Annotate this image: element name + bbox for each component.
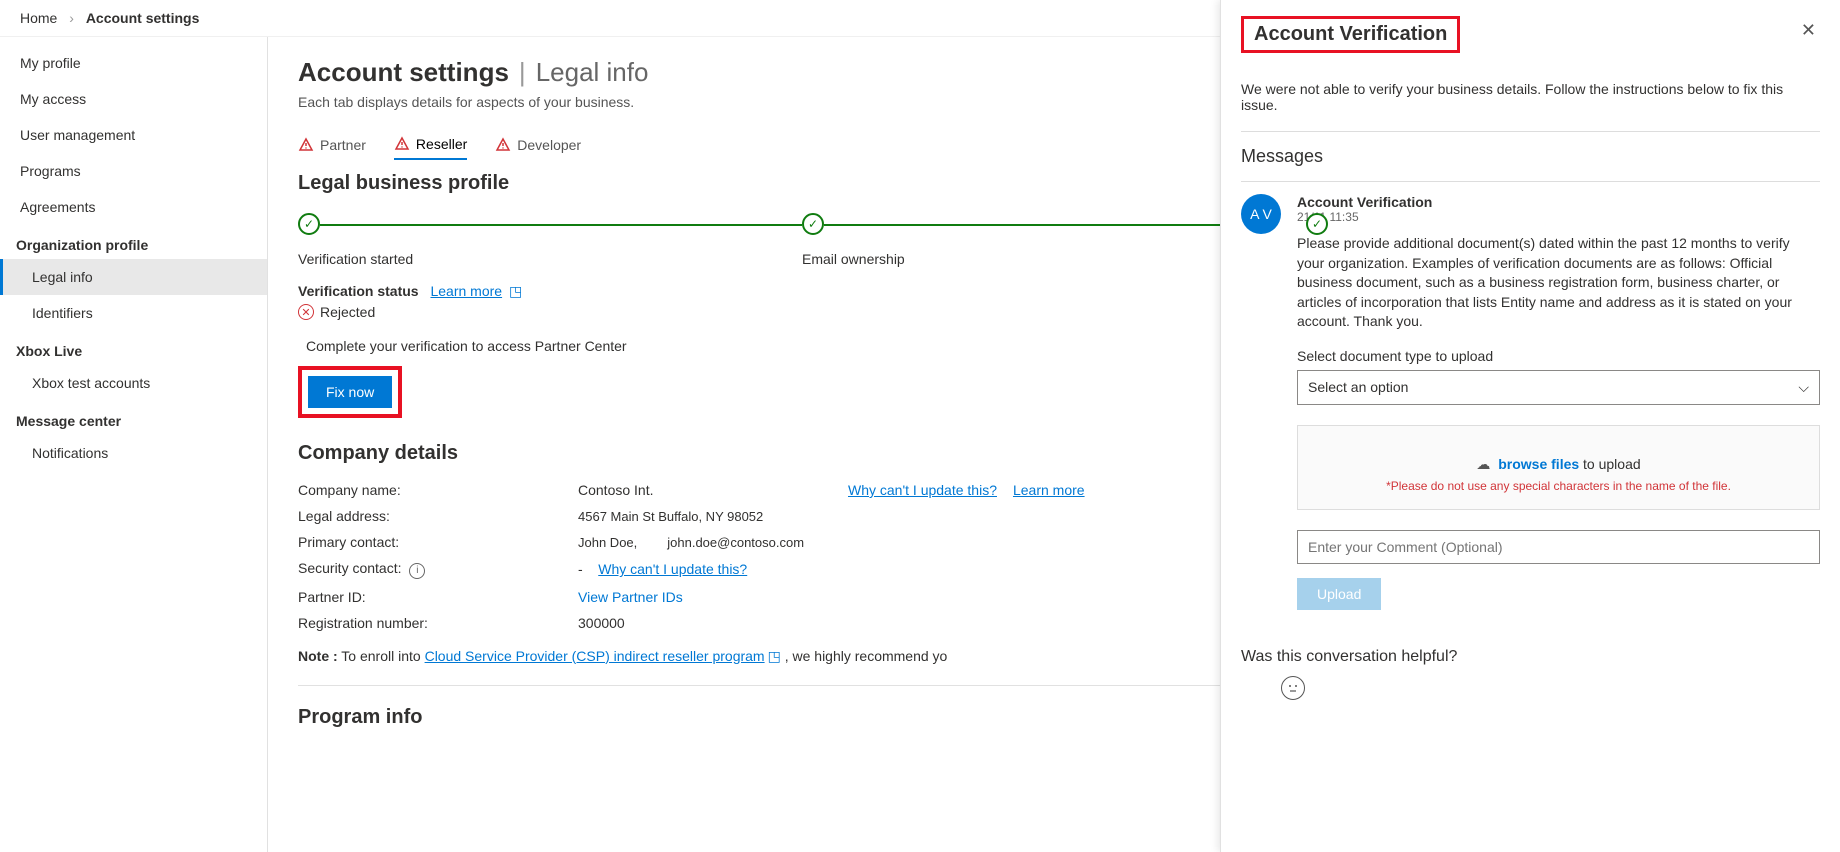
info-icon[interactable]: i [409, 563, 425, 579]
sidebar-item-agreements[interactable]: Agreements [0, 189, 267, 225]
sidebar-item-xbox-test-accounts[interactable]: Xbox test accounts [0, 365, 267, 401]
title-separator: | [519, 57, 526, 88]
message-text: Please provide additional document(s) da… [1297, 234, 1820, 332]
step-check-icon: ✓ [1306, 213, 1328, 235]
learn-more-link[interactable]: Learn more [430, 283, 502, 299]
document-type-label: Select document type to upload [1297, 348, 1820, 364]
company-name-label: Company name: [298, 482, 578, 498]
security-contact-dash: - [578, 561, 583, 577]
step-check-icon: ✓ [298, 213, 320, 235]
comment-input[interactable] [1297, 530, 1820, 564]
sidebar: My profile My access User management Pro… [0, 37, 268, 852]
file-dropzone[interactable]: ☁ browse files to upload *Please do not … [1297, 425, 1820, 510]
upload-button[interactable]: Upload [1297, 578, 1381, 610]
security-contact-label: Security contact: i [298, 560, 578, 579]
sidebar-header-xbox-live: Xbox Live [0, 331, 267, 365]
breadcrumb-current: Account settings [86, 10, 200, 26]
sidebar-item-identifiers[interactable]: Identifiers [0, 295, 267, 331]
tab-label: Developer [517, 137, 581, 153]
tab-reseller[interactable]: Reseller [394, 130, 467, 160]
external-link-icon: ◳ [509, 283, 522, 300]
view-partner-ids-link[interactable]: View Partner IDs [578, 589, 683, 605]
partner-id-label: Partner ID: [298, 589, 578, 605]
warning-triangle-icon [495, 137, 511, 153]
sidebar-item-programs[interactable]: Programs [0, 153, 267, 189]
select-placeholder: Select an option [1308, 379, 1408, 395]
fix-now-button[interactable]: Fix now [308, 376, 392, 408]
registration-number-value: 300000 [578, 615, 625, 631]
panel-title: Account Verification [1254, 23, 1447, 46]
sidebar-item-my-access[interactable]: My access [0, 81, 267, 117]
tab-label: Partner [320, 137, 366, 153]
message-sender: Account Verification [1297, 194, 1820, 210]
to-upload-text: to upload [1579, 456, 1641, 472]
legal-address-value: 4567 Main St Buffalo, NY 98052 [578, 509, 848, 524]
learn-more-link[interactable]: Learn more [1013, 482, 1085, 498]
rejected-icon: ✕ [298, 304, 314, 320]
chevron-down-icon: ⌵ [1798, 379, 1809, 396]
cloud-upload-icon: ☁ [1476, 456, 1490, 473]
verification-status-label: Verification status [298, 283, 419, 299]
sidebar-header-org-profile: Organization profile [0, 225, 267, 259]
primary-contact-email: john.doe@contoso.com [667, 535, 804, 550]
browse-files-link[interactable]: browse files [1498, 456, 1579, 472]
feedback-face-icon[interactable] [1281, 676, 1305, 700]
messages-heading: Messages [1241, 132, 1820, 181]
panel-description: We were not able to verify your business… [1241, 63, 1820, 131]
warning-triangle-icon [394, 136, 410, 152]
csp-program-link[interactable]: Cloud Service Provider (CSP) indirect re… [425, 648, 765, 664]
why-cant-update-link[interactable]: Why can't I update this? [598, 561, 747, 577]
tab-partner[interactable]: Partner [298, 130, 366, 160]
avatar: A V [1241, 194, 1281, 234]
step-check-icon: ✓ [802, 213, 824, 235]
company-name-value: Contoso Int. [578, 482, 848, 498]
sidebar-item-legal-info[interactable]: Legal info [0, 259, 267, 295]
legal-address-label: Legal address: [298, 508, 578, 524]
sidebar-item-notifications[interactable]: Notifications [0, 435, 267, 471]
tab-developer[interactable]: Developer [495, 130, 581, 160]
why-cant-update-link[interactable]: Why can't I update this? [848, 482, 997, 498]
panel-title-highlight: Account Verification [1241, 16, 1460, 53]
page-subtitle: Legal info [536, 57, 649, 88]
sidebar-header-message-center: Message center [0, 401, 267, 435]
document-type-select[interactable]: Select an option ⌵ [1297, 370, 1820, 405]
breadcrumb-home[interactable]: Home [20, 10, 57, 26]
fix-now-highlight: Fix now [298, 366, 402, 418]
sidebar-item-my-profile[interactable]: My profile [0, 45, 267, 81]
registration-number-label: Registration number: [298, 615, 578, 631]
upload-warning: *Please do not use any special character… [1308, 479, 1809, 493]
rejected-label: Rejected [320, 304, 375, 320]
step-label: Verification started [298, 251, 413, 267]
message-item: A V Account Verification 21/11 11:35 Ple… [1241, 182, 1820, 622]
account-verification-panel: Account Verification ✕ We were not able … [1220, 0, 1840, 852]
primary-contact-label: Primary contact: [298, 534, 578, 550]
message-timestamp: 21/11 11:35 [1297, 210, 1820, 224]
warning-triangle-icon [298, 137, 314, 153]
tab-label: Reseller [416, 136, 467, 152]
sidebar-item-user-management[interactable]: User management [0, 117, 267, 153]
close-icon[interactable]: ✕ [1797, 16, 1820, 45]
helpful-prompt: Was this conversation helpful? [1241, 648, 1820, 666]
primary-contact-name: John Doe, [578, 535, 637, 550]
chevron-right-icon: › [69, 10, 74, 26]
page-title: Account settings [298, 57, 509, 88]
external-link-icon: ◳ [768, 648, 781, 665]
step-label: Email ownership [802, 251, 905, 267]
